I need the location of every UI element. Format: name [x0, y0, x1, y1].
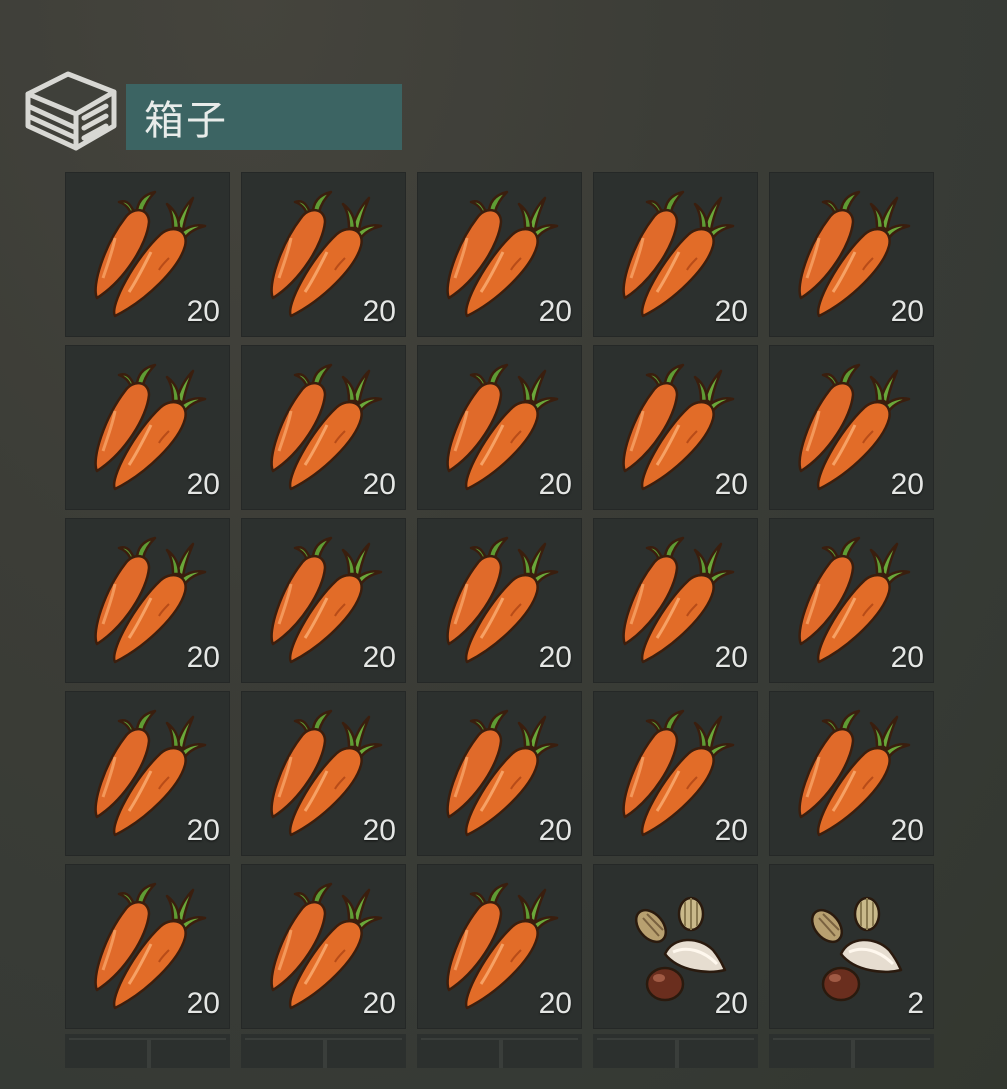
container-header: 箱子	[24, 66, 424, 156]
inventory-slot[interactable]: 20	[65, 345, 230, 510]
item-count: 20	[538, 468, 572, 501]
inventory-slot[interactable]: 20	[65, 172, 230, 337]
item-count: 20	[362, 295, 396, 328]
inventory-slot[interactable]: 20	[417, 864, 582, 1029]
item-count: 20	[362, 641, 396, 674]
inventory-slot[interactable]: 20	[769, 345, 934, 510]
item-count: 20	[890, 295, 924, 328]
item-count: 20	[714, 468, 748, 501]
container-title-bar: 箱子	[126, 84, 402, 150]
inventory-slot-empty[interactable]	[417, 1034, 582, 1068]
inventory-slot-empty[interactable]	[769, 1034, 934, 1068]
inventory-slot[interactable]: 20	[417, 345, 582, 510]
inventory-slot[interactable]: 2	[769, 864, 934, 1029]
inventory-slot[interactable]: 20	[417, 691, 582, 856]
inventory-slot[interactable]: 20	[241, 691, 406, 856]
item-count: 20	[362, 987, 396, 1020]
item-count: 20	[714, 641, 748, 674]
inventory-slot-empty[interactable]	[65, 1034, 230, 1068]
inventory-slot[interactable]: 20	[241, 172, 406, 337]
chest-icon	[25, 71, 117, 151]
inventory-slot[interactable]: 20	[65, 864, 230, 1029]
seeds-icon	[789, 880, 915, 1010]
item-count: 20	[714, 987, 748, 1020]
item-count: 20	[186, 295, 220, 328]
item-count: 20	[890, 468, 924, 501]
inventory-slot[interactable]: 20	[241, 345, 406, 510]
inventory-slot[interactable]: 20	[593, 864, 758, 1029]
inventory-slot[interactable]: 20	[241, 518, 406, 683]
item-count: 20	[186, 987, 220, 1020]
item-count: 20	[538, 987, 572, 1020]
inventory-next-row	[65, 1034, 935, 1068]
item-count: 20	[186, 814, 220, 847]
inventory-slot[interactable]: 20	[593, 518, 758, 683]
item-count: 20	[186, 468, 220, 501]
inventory-slot[interactable]: 20	[769, 172, 934, 337]
inventory-slot[interactable]: 20	[593, 691, 758, 856]
inventory-slot[interactable]: 20	[65, 518, 230, 683]
container-title: 箱子	[144, 98, 228, 144]
item-count: 20	[538, 295, 572, 328]
inventory-grid: 20 20 20 20 20 20 20 20 20 20 20 20 20 2…	[65, 172, 935, 1029]
item-count: 20	[714, 295, 748, 328]
inventory-slot-empty[interactable]	[241, 1034, 406, 1068]
item-count: 20	[890, 814, 924, 847]
inventory-slot[interactable]: 20	[769, 518, 934, 683]
inventory-slot[interactable]: 20	[593, 172, 758, 337]
inventory-slot[interactable]: 20	[241, 864, 406, 1029]
inventory-slot[interactable]: 20	[593, 345, 758, 510]
item-count: 20	[362, 468, 396, 501]
inventory-slot[interactable]: 20	[769, 691, 934, 856]
item-count: 20	[362, 814, 396, 847]
inventory-slot[interactable]: 20	[417, 518, 582, 683]
inventory-slot[interactable]: 20	[417, 172, 582, 337]
item-count: 2	[907, 987, 924, 1020]
inventory-slot[interactable]: 20	[65, 691, 230, 856]
item-count: 20	[890, 641, 924, 674]
item-count: 20	[714, 814, 748, 847]
item-count: 20	[186, 641, 220, 674]
item-count: 20	[538, 814, 572, 847]
inventory-slot-empty[interactable]	[593, 1034, 758, 1068]
item-count: 20	[538, 641, 572, 674]
